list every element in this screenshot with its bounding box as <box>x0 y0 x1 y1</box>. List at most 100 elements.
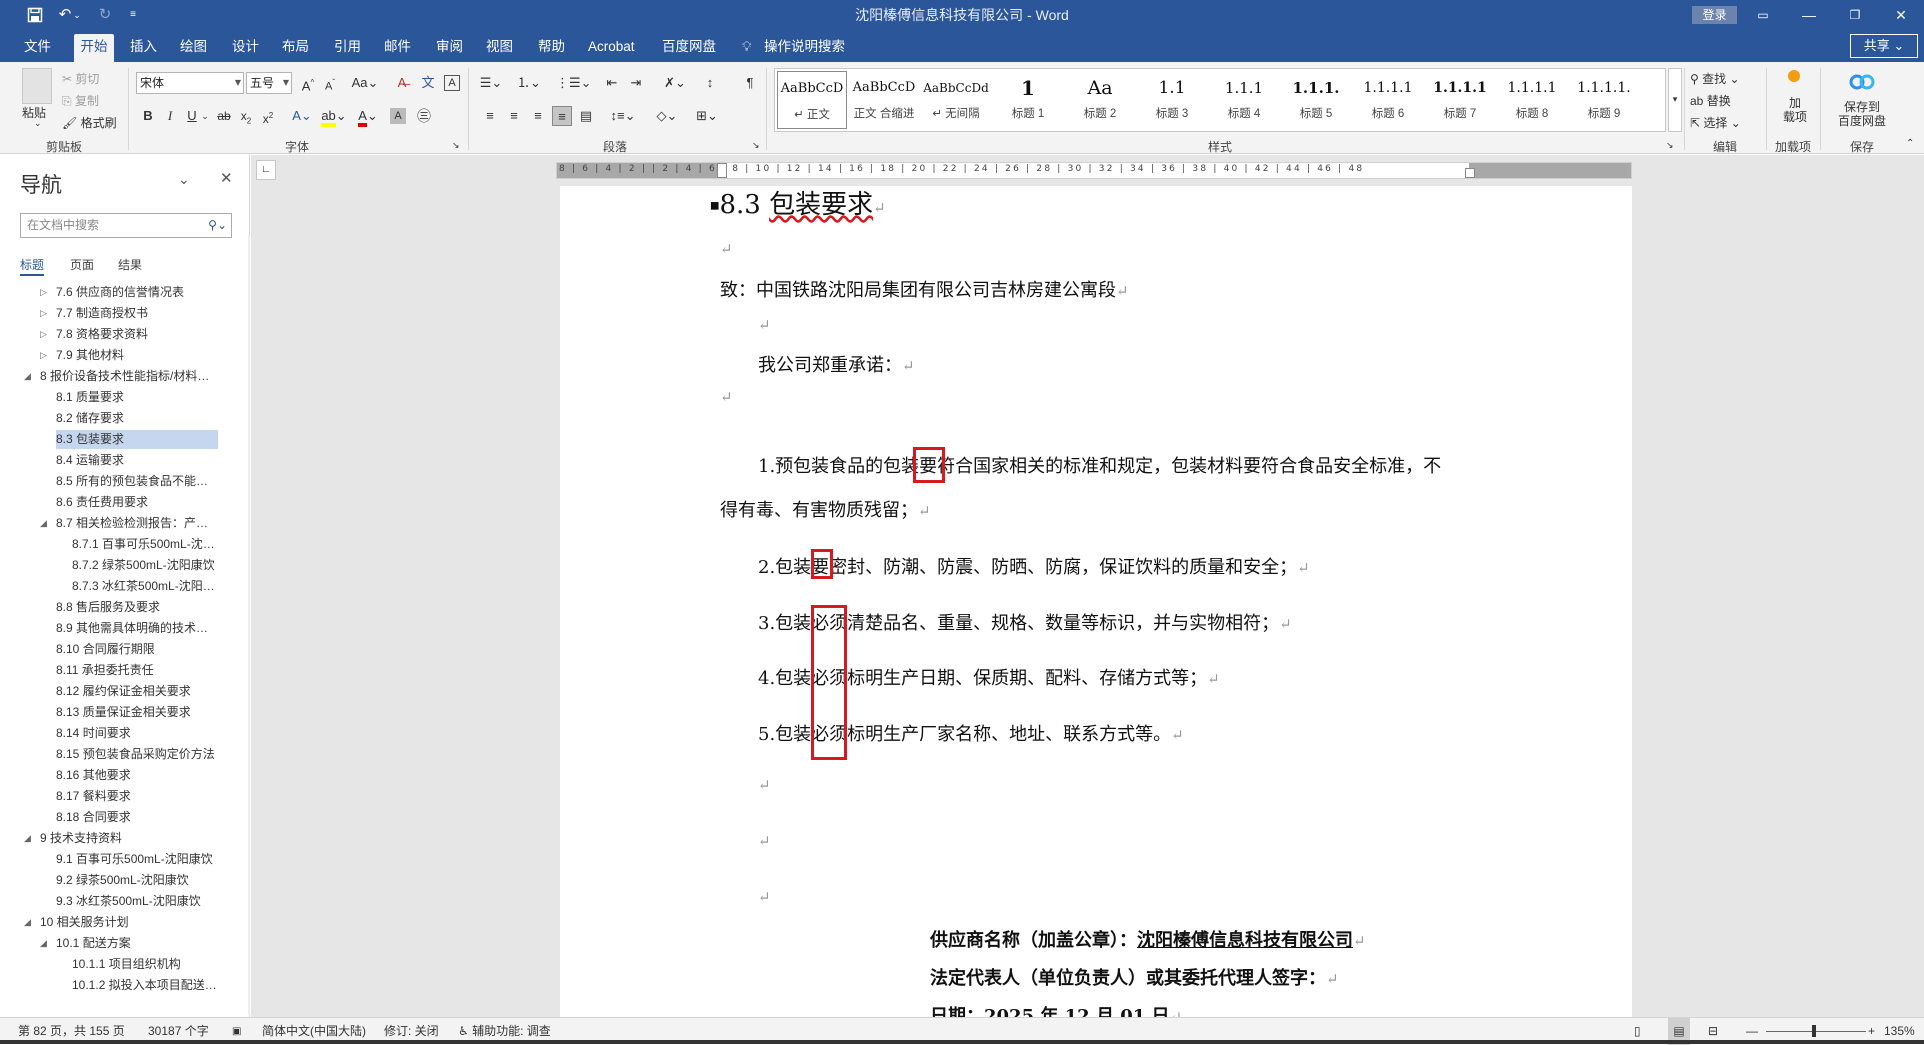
tab-home[interactable]: 开始 <box>74 34 114 62</box>
tab-design[interactable]: 设计 <box>226 34 265 62</box>
superscript-icon[interactable]: x2 <box>258 106 278 126</box>
subscript-icon[interactable]: x2 <box>236 106 256 126</box>
nav-heading-item[interactable]: 8.7 相关检验检测报告：产… <box>56 514 218 533</box>
expand-caret-icon[interactable]: ▷ <box>40 325 47 344</box>
tab-draw[interactable]: 绘图 <box>174 34 213 62</box>
highlight-icon[interactable]: ab⌄ <box>320 106 348 127</box>
ribbon-display-icon[interactable]: ▭ <box>1740 0 1786 30</box>
nav-tab-results[interactable]: 结果 <box>118 256 142 273</box>
nav-heading-item[interactable]: 8.15 预包装食品采购定价方法 <box>56 745 218 764</box>
document-page[interactable]: ■8.3 包装要求↵ ↵ 致：中国铁路沈阳局集团有限公司吉林房建公寓段↵ ↵ 我… <box>560 186 1632 1017</box>
underline-icon[interactable]: U <box>182 106 202 126</box>
nav-heading-item[interactable]: 10.1 配送方案 <box>56 934 218 953</box>
shrink-font-icon[interactable]: Aˇ <box>320 73 340 93</box>
nav-heading-item[interactable]: 8.11 承担委托责任 <box>56 661 218 680</box>
nav-heading-item[interactable]: 8 报价设备技术性能指标/材料… <box>40 367 218 386</box>
character-shading-icon[interactable]: A <box>390 108 406 124</box>
nav-heading-item[interactable]: 9.2 绿茶500mL-沈阳康饮 <box>56 871 218 890</box>
nav-search-input[interactable]: 在文档中搜索 ⚲⌄ <box>20 213 232 238</box>
collapse-caret-icon[interactable]: ◢ <box>40 514 47 533</box>
nav-heading-item[interactable]: 9.1 百事可乐500mL-沈阳康饮 <box>56 850 218 869</box>
nav-heading-item[interactable]: 8.10 合同履行期限 <box>56 640 218 659</box>
nav-heading-item[interactable]: 7.9 其他材料 <box>56 346 218 365</box>
nav-heading-item[interactable]: 10.1.1 项目组织机构 <box>72 955 218 974</box>
sort-icon[interactable]: ↕ <box>700 73 720 93</box>
nav-heading-item[interactable]: 8.2 储存要求 <box>56 409 218 428</box>
tab-references[interactable]: 引用 <box>328 34 367 62</box>
change-case-icon[interactable]: Aa⌄ <box>350 73 380 93</box>
distributed-icon[interactable]: ▤ <box>576 106 596 126</box>
search-icon[interactable]: ⚲⌄ <box>208 214 227 237</box>
nav-tab-pages[interactable]: 页面 <box>70 256 94 273</box>
item-2[interactable]: 2.包装要密封、防潮、防震、防晒、防腐，保证饮料的质量和安全；↵ <box>758 553 1310 579</box>
collapse-caret-icon[interactable]: ◢ <box>24 829 31 848</box>
nav-heading-item[interactable]: 8.17 餐料要求 <box>56 787 218 806</box>
expand-caret-icon[interactable]: ▷ <box>40 283 47 302</box>
legal-rep-line[interactable]: 法定代表人（单位负责人）或其委托代理人签字：↵ <box>930 964 1339 990</box>
tab-view[interactable]: 视图 <box>480 34 519 62</box>
style-heading-6[interactable]: 1.1.1.1 标题 6 <box>1353 71 1423 129</box>
align-center-icon[interactable]: ≡ <box>504 106 524 126</box>
style-heading-5[interactable]: 1.1.1. 标题 5 <box>1281 71 1351 129</box>
nav-heading-item[interactable]: 8.13 质量保证金相关要求 <box>56 703 218 722</box>
tab-review[interactable]: 审阅 <box>430 34 469 62</box>
paste-icon[interactable] <box>22 68 52 104</box>
supplier-line[interactable]: 供应商名称（加盖公章）：沈阳榛傅信息科技有限公司↵ <box>930 926 1366 952</box>
tab-mailings[interactable]: 邮件 <box>378 34 417 62</box>
nav-heading-item[interactable]: 8.7.3 冰红茶500mL-沈阳… <box>72 577 218 596</box>
select-button[interactable]: ⇱ 选择 ⌄ <box>1690 114 1741 131</box>
baidu-cloud-icon[interactable] <box>1848 70 1876 94</box>
nav-heading-item[interactable]: 9.3 冰红茶500mL-沈阳康饮 <box>56 892 218 911</box>
nav-heading-item[interactable]: 8.18 合同要求 <box>56 808 218 827</box>
nav-heading-item[interactable]: 8.8 售后服务及要求 <box>56 598 218 617</box>
addins-button[interactable]: 加 载项 <box>1780 96 1810 124</box>
restore-icon[interactable]: ❐ <box>1832 0 1878 30</box>
paragraph-dialog-launcher-icon[interactable]: ↘ <box>752 140 760 151</box>
underline-dropdown-icon[interactable]: ⌄ <box>200 106 210 126</box>
style-heading-4[interactable]: 1.1.1 标题 4 <box>1209 71 1279 129</box>
tab-selector[interactable]: ∟ <box>256 160 276 180</box>
nav-heading-item[interactable]: 8.4 运输要求 <box>56 451 218 470</box>
promise-line[interactable]: 我公司郑重承诺：↵ <box>758 351 915 377</box>
replace-button[interactable]: ab 替换 <box>1690 92 1731 109</box>
copy-button[interactable]: ⎘ 复制 <box>62 92 99 109</box>
style-heading-1[interactable]: 1 标题 1 <box>993 71 1063 129</box>
character-border-icon[interactable]: A <box>444 75 460 91</box>
login-button[interactable]: 登录 <box>1692 6 1737 24</box>
shading-icon[interactable]: ◇⌄ <box>652 106 682 126</box>
multilevel-list-icon[interactable]: ⋮☰⌄ <box>556 73 592 93</box>
nav-heading-item[interactable]: 8.1 质量要求 <box>56 388 218 407</box>
heading-8-3[interactable]: ■8.3 包装要求↵ <box>710 186 886 221</box>
tell-me-search[interactable]: 操作说明搜索 <box>758 34 851 62</box>
nav-heading-item[interactable]: 7.8 资格要求资料 <box>56 325 218 344</box>
nav-heading-item[interactable]: 8.14 时间要求 <box>56 724 218 743</box>
font-name-combo[interactable]: 宋体 ▼ <box>136 72 244 94</box>
strikethrough-icon[interactable]: ab <box>214 106 234 126</box>
style-heading-3[interactable]: 1.1 标题 3 <box>1137 71 1207 129</box>
paste-dropdown-icon[interactable]: ⌄ <box>34 118 42 129</box>
phonetic-guide-icon[interactable]: 文 <box>418 73 438 93</box>
nav-heading-item[interactable]: 7.7 制造商授权书 <box>56 304 218 323</box>
bold-icon[interactable]: B <box>138 106 158 126</box>
lightbulb-icon[interactable]: 💡︎ <box>736 34 757 62</box>
nav-heading-item[interactable]: 8.7.2 绿茶500mL-沈阳康饮 <box>72 556 218 575</box>
item-1-line-2[interactable]: 得有毒、有害物质残留；↵ <box>720 496 931 522</box>
style-heading-7[interactable]: 1.1.1.1 标题 7 <box>1425 71 1495 129</box>
align-right-icon[interactable]: ≡ <box>528 106 548 126</box>
styles-dialog-launcher-icon[interactable]: ↘ <box>1666 140 1674 151</box>
nav-scrollbar[interactable] <box>248 235 250 1015</box>
addins-icon[interactable] <box>1788 70 1800 82</box>
tab-layout[interactable]: 布局 <box>276 34 315 62</box>
share-button[interactable]: 共享 ⌄ <box>1850 34 1918 58</box>
font-size-combo[interactable]: 五号 ▼ <box>246 72 292 94</box>
horizontal-ruler[interactable]: 8 | 6 | 4 | 2 | | 2 | 4 | 6 | 8 | 10 | 1… <box>556 162 1632 179</box>
nav-heading-item[interactable]: 8.9 其他需具体明确的技术… <box>56 619 218 638</box>
tab-insert[interactable]: 插入 <box>124 34 163 62</box>
align-left-icon[interactable]: ≡ <box>480 106 500 126</box>
nav-heading-item[interactable]: 9 技术支持资料 <box>40 829 218 848</box>
nav-heading-item[interactable]: 7.6 供应商的信誉情况表 <box>56 283 218 302</box>
nav-heading-item[interactable]: 8.7.1 百事可乐500mL-沈… <box>72 535 218 554</box>
format-painter-button[interactable]: 🖌︎ 格式刷 <box>62 114 117 131</box>
bullets-icon[interactable]: ☰⌄ <box>478 73 504 93</box>
style-body-indent[interactable]: AaBbCcD 正文 合缩进 <box>849 71 919 129</box>
